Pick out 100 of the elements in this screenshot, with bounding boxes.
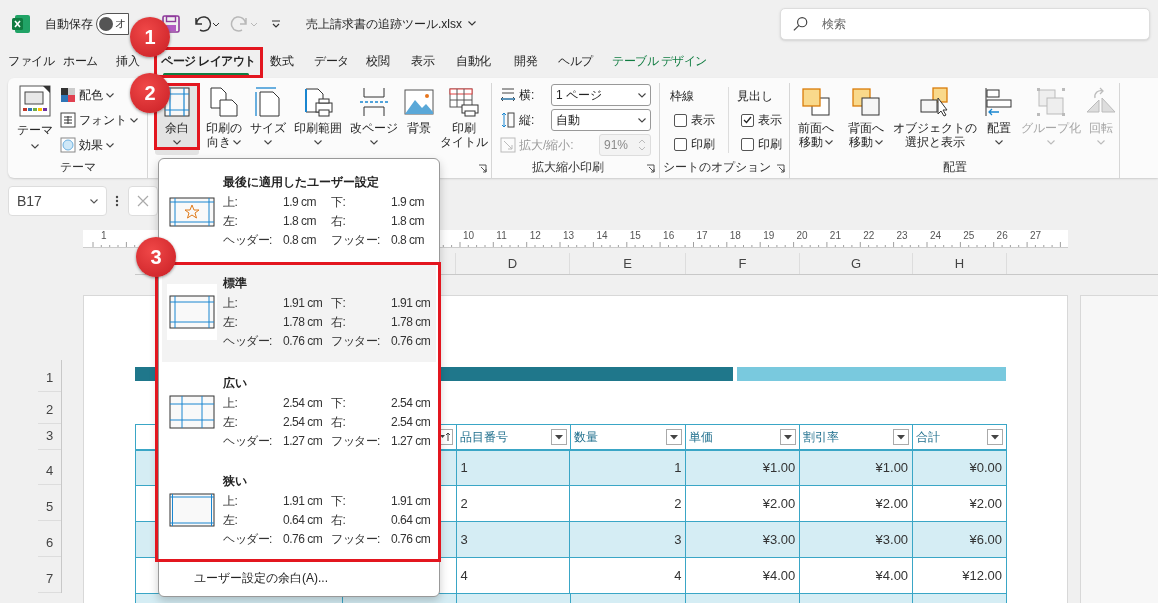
ribbon-button[interactable]: 印刷 タイトル (439, 83, 489, 155)
ribbon-tab[interactable]: 数式 (270, 54, 293, 69)
search-box[interactable]: 検索 (780, 7, 1150, 40)
row-header[interactable]: 6 (38, 521, 61, 557)
dialog-launcher-icon[interactable] (776, 164, 785, 173)
ribbon-tab[interactable]: テーブル デザイン (612, 54, 707, 69)
ribbon-tab[interactable]: ページ レイアウト (161, 54, 256, 69)
name-box[interactable]: B17 (8, 186, 107, 216)
dropdown-field[interactable]: 自動 (551, 109, 651, 131)
column-header[interactable]: D (456, 253, 570, 274)
column-header[interactable]: G (800, 253, 913, 274)
dialog-launcher-icon[interactable] (478, 164, 487, 173)
margin-label: フッター: (331, 531, 380, 546)
ruler-number: 13 (563, 230, 575, 241)
send-backward-icon (850, 86, 882, 118)
ribbon-tab[interactable]: ファイル (8, 54, 54, 69)
field-label: 縦: (519, 112, 535, 129)
filter-dropdown-icon[interactable] (893, 429, 910, 445)
ribbon-button[interactable]: サイズ (249, 83, 287, 155)
ribbon-button[interactable]: 背景 (402, 83, 436, 155)
scale-icon (500, 137, 516, 153)
margin-value: 1.78 cm (391, 314, 431, 329)
ribbon-tab[interactable]: ヘルプ (558, 54, 593, 69)
ribbon-button[interactable]: オブジェクトの 選択と表示 (891, 83, 979, 155)
checkbox[interactable]: 印刷 (741, 135, 785, 153)
column-header[interactable]: H (913, 253, 1007, 274)
customize-toolbar-icon[interactable] (270, 17, 282, 30)
search-field[interactable]: 検索 (821, 14, 1137, 33)
ribbon-tab[interactable]: 表示 (411, 54, 434, 69)
ribbon-button[interactable]: 配置 (979, 83, 1019, 155)
filter-dropdown-icon[interactable] (780, 429, 797, 445)
filter-dropdown-icon[interactable] (666, 429, 683, 445)
row-header[interactable]: 5 (38, 485, 61, 521)
menu-item[interactable]: 狭い 上: 1.91 cm 下: 1.91 cm 左: 0.64 cm 右: 0.64 cm ヘッダー: 0.76 cm フッター: 0.76 cm (162, 462, 436, 558)
effects-icon (60, 137, 76, 153)
undo-icon[interactable] (192, 13, 220, 34)
margin-value: 0.76 cm (283, 531, 323, 546)
group-label: シートのオプション (662, 159, 771, 176)
ribbon-tab[interactable]: 挿入 (116, 54, 139, 69)
group-label: 配置 (942, 159, 967, 176)
dropdown-field[interactable]: 1 ページ (551, 84, 651, 106)
ribbon-tab[interactable]: ホーム (63, 54, 98, 69)
ribbon-button[interactable]: 効果 (60, 134, 114, 156)
checkbox[interactable]: 印刷 (674, 135, 725, 153)
row-header[interactable]: 2 (38, 392, 61, 424)
ribbon-button[interactable]: 配色 (60, 84, 114, 106)
ruler-number: 27 (1029, 230, 1042, 241)
menu-item[interactable]: ユーザー設定の余白(A)... (159, 562, 439, 594)
menu-item[interactable]: 標準 上: 1.91 cm 下: 1.91 cm 左: 1.78 cm 右: 1.78 cm ヘッダー: 0.76 cm フッター: 0.76 cm (162, 262, 436, 362)
group-label: 拡大縮小印刷 (531, 159, 604, 176)
landscape-image-icon (403, 86, 435, 118)
align-icon (983, 86, 1015, 118)
margin-value: 1.8 cm (391, 214, 424, 228)
ribbon-tab[interactable]: 開発 (514, 54, 537, 69)
caret-icon (314, 140, 322, 145)
ribbon-button[interactable]: 背面へ 移動 (841, 83, 891, 155)
autosave-toggle[interactable]: オ (96, 12, 129, 35)
dialog-launcher-icon[interactable] (646, 164, 655, 173)
close-icon (137, 195, 149, 207)
ruler-number: 20 (796, 230, 808, 241)
margin-label: 下: (331, 295, 346, 310)
menu-item[interactable]: 広い 上: 2.54 cm 下: 2.54 cm 左: 2.54 cm 右: 2.54 cm ヘッダー: 1.27 cm フッター: 1.27 cm (162, 362, 436, 462)
filter-dropdown-icon[interactable] (987, 429, 1003, 445)
more-icon[interactable] (115, 195, 119, 207)
margin-label: ヘッダー: (223, 333, 272, 348)
ribbon-tab[interactable]: 校閲 (366, 54, 389, 69)
ribbon-button[interactable]: 改ページ (349, 83, 399, 155)
margin-value: 1.91 cm (391, 493, 431, 508)
margin-label: 左: (223, 512, 238, 527)
margin-label: ヘッダー: (223, 433, 272, 448)
margin-value: 0.8 cm (391, 233, 424, 247)
bring-forward-icon (800, 86, 832, 118)
margin-value: 1.27 cm (391, 433, 431, 448)
width-arrows-icon (500, 87, 516, 103)
margin-label: 上: (223, 493, 238, 508)
row-header[interactable]: 4 (38, 450, 61, 485)
file-name-button[interactable]: 売上請求書の追跡ツール.xlsx (306, 14, 476, 33)
ribbon-button[interactable]: 前面へ 移動 (791, 83, 841, 155)
excel-logo-icon[interactable] (12, 14, 30, 33)
ribbon-tab[interactable]: 自動化 (456, 54, 491, 69)
column-header[interactable]: E (570, 253, 686, 274)
margin-value: 2.54 cm (391, 414, 431, 429)
caret-icon (468, 21, 476, 26)
row-header[interactable]: 7 (38, 557, 61, 593)
spin-arrows-icon (638, 138, 646, 152)
column-header[interactable]: F (686, 253, 800, 274)
filter-dropdown-icon[interactable] (550, 429, 567, 445)
menu-item-title: 狭い (223, 472, 248, 490)
ribbon-button[interactable]: 印刷範囲 (290, 83, 346, 155)
margin-label: 上: (223, 295, 238, 310)
checkbox[interactable]: 表示 (741, 111, 785, 129)
checkbox[interactable]: 表示 (674, 111, 725, 129)
margins-page-icon (169, 395, 215, 429)
ribbon-tab[interactable]: データ (314, 54, 349, 69)
ribbon-button[interactable]: 印刷の 向き (202, 83, 246, 155)
ribbon-button[interactable]: フォント (60, 109, 138, 131)
theme-button[interactable]: テーマ (14, 83, 56, 149)
row-header[interactable]: 1 (38, 360, 61, 392)
shapes-cursor-icon (919, 86, 951, 118)
row-header[interactable]: 3 (38, 424, 61, 450)
